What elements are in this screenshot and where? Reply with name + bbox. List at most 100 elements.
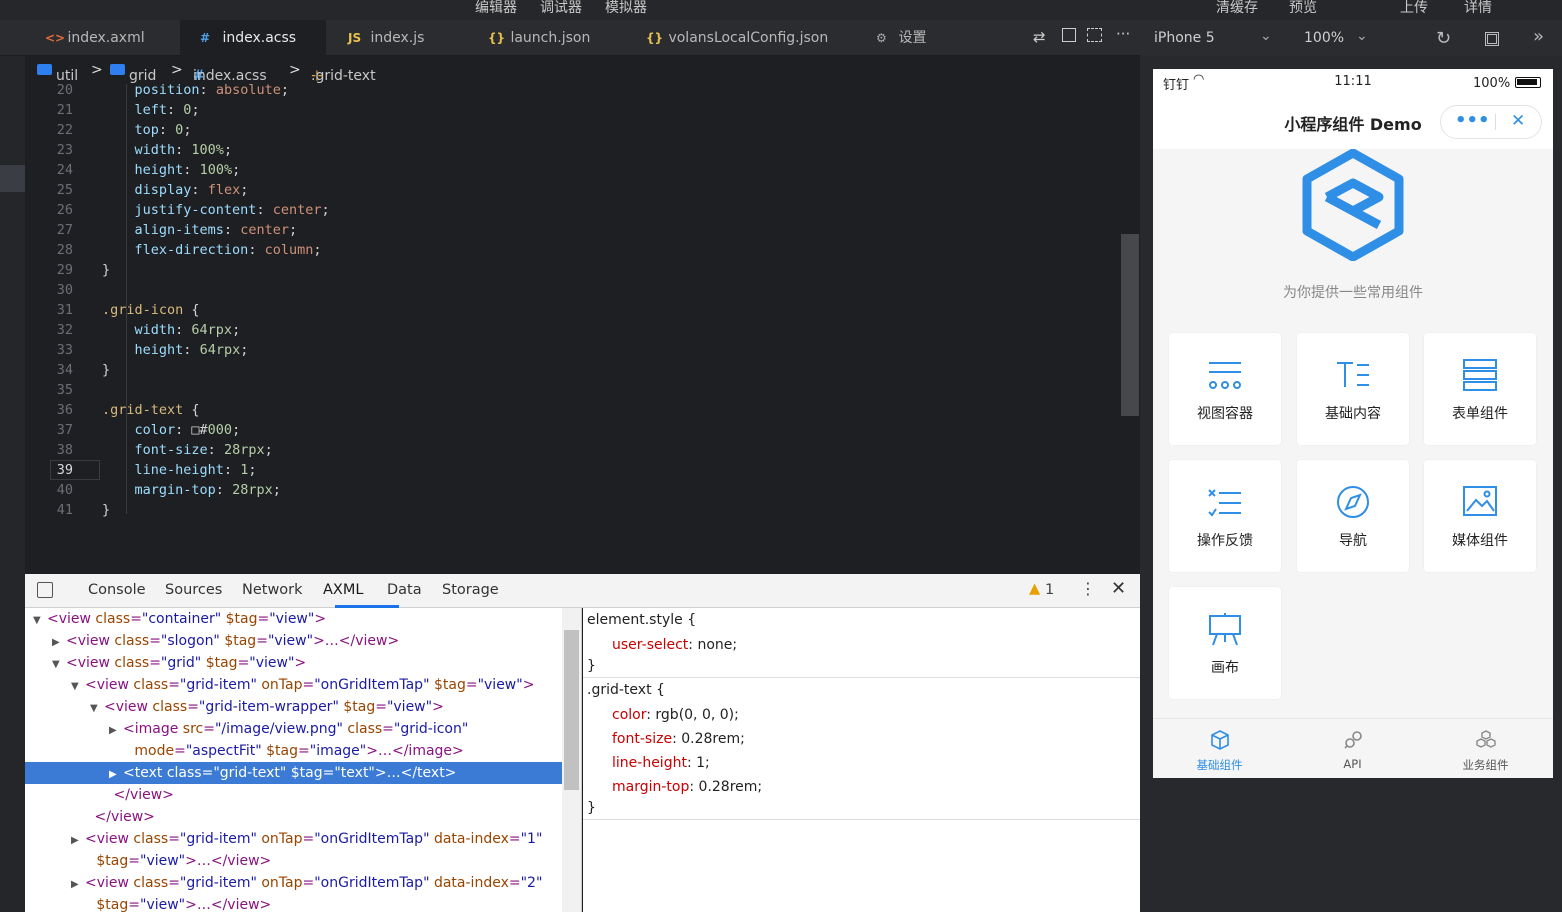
code-line[interactable]: 24 height: 100%;: [25, 160, 1125, 180]
zoom-select[interactable]: 100%: [1304, 30, 1344, 46]
style-prop-row[interactable]: font-size: 0.28rem;: [612, 731, 745, 747]
expand-toggle-icon[interactable]: ▶: [109, 764, 123, 786]
grid-layout-icon[interactable]: [1485, 32, 1499, 46]
warning-icon[interactable]: ▲: [1029, 581, 1040, 597]
more-icon[interactable]: •••: [1455, 110, 1490, 131]
expand-toggle-icon[interactable]: ▶: [71, 830, 85, 852]
menu-clear-cache[interactable]: 清缓存: [1216, 0, 1258, 17]
code-line[interactable]: 27 align-items: center;: [25, 220, 1125, 240]
tabbar-item-basic[interactable]: 基础组件: [1153, 719, 1286, 778]
code-editor[interactable]: 20 position: absolute; 21 left: 0; 22 top:…: [25, 84, 1140, 574]
inspect-element-icon[interactable]: [37, 582, 53, 598]
preview-frame-icon[interactable]: [1087, 28, 1102, 42]
menu-preview[interactable]: 预览: [1289, 0, 1317, 17]
expand-toggle-icon[interactable]: ▼: [33, 610, 47, 632]
tab-index-acss[interactable]: # index.acss: [180, 20, 326, 56]
code-line[interactable]: 38 font-size: 28rpx;: [25, 440, 1125, 460]
code-line[interactable]: 32 width: 64rpx;: [25, 320, 1125, 340]
devtools-tab-axml[interactable]: AXML: [323, 582, 363, 598]
dom-node[interactable]: ▼ <view class="grid" $tag="view">: [52, 652, 306, 674]
dom-node[interactable]: </view>: [100, 784, 174, 806]
expand-toggle-icon[interactable]: ▶: [52, 632, 66, 654]
menu-simulator[interactable]: 模拟器: [605, 0, 647, 17]
chevron-down-icon[interactable]: ⌄: [1260, 28, 1272, 44]
chevron-down-icon[interactable]: ⌄: [1356, 28, 1368, 44]
device-select[interactable]: iPhone 5: [1154, 30, 1215, 46]
dom-node[interactable]: ▶ <view class="grid-item" onTap="onGridIt…: [71, 872, 542, 894]
grid-item-canvas[interactable]: 画布: [1169, 587, 1281, 699]
expand-toggle-icon[interactable]: ▶: [71, 874, 85, 896]
tab-settings[interactable]: ⚙ 设置: [876, 20, 956, 56]
dom-scrollbar-thumb[interactable]: [564, 630, 579, 790]
close-icon[interactable]: ✕: [1111, 578, 1126, 599]
style-prop-row[interactable]: color: rgb(0, 0, 0);: [612, 707, 739, 723]
dom-node[interactable]: ▼ <view class="container" $tag="view">: [33, 608, 326, 630]
menu-upload[interactable]: 上传: [1400, 0, 1428, 17]
devtools-tab-storage[interactable]: Storage: [442, 582, 499, 598]
menu-debugger[interactable]: 调试器: [540, 0, 582, 17]
code-line[interactable]: 28 flex-direction: column;: [25, 240, 1125, 260]
devtools-tab-data[interactable]: Data: [387, 582, 422, 598]
code-line[interactable]: 22 top: 0;: [25, 120, 1125, 140]
expand-toggle-icon[interactable]: ▼: [71, 676, 85, 698]
dom-node[interactable]: mode="aspectFit" $tag="image">…</image>: [120, 740, 463, 762]
expand-toggle-icon[interactable]: ▼: [90, 698, 104, 720]
kebab-menu-icon[interactable]: ⋮: [1080, 579, 1096, 598]
code-line[interactable]: 25 display: flex;: [25, 180, 1125, 200]
breadcrumb-grid[interactable]: grid: [110, 62, 156, 84]
code-line[interactable]: 20 position: absolute;: [25, 84, 1125, 100]
tabbar-item-business[interactable]: 业务组件: [1419, 719, 1552, 778]
dom-node[interactable]: ▼ <view class="grid-item-wrapper" $tag="v…: [90, 696, 444, 718]
code-line[interactable]: 41}: [25, 500, 1125, 520]
devtools-tab-network[interactable]: Network: [242, 582, 303, 598]
code-line[interactable]: 36 .grid-text {: [25, 400, 1125, 420]
code-line[interactable]: 21 left: 0;: [25, 100, 1125, 120]
tab-index-axml[interactable]: <> index.axml: [45, 20, 175, 56]
more-icon[interactable]: ···: [1116, 25, 1130, 43]
dom-node[interactable]: $tag="view">…</view>: [82, 850, 271, 872]
tab-volans-config[interactable]: {} volansLocalConfig.json: [646, 20, 846, 56]
grid-item-view-container[interactable]: 视图容器: [1169, 333, 1281, 445]
compare-icon[interactable]: ⇄: [1033, 28, 1046, 46]
dom-node[interactable]: </view>: [81, 806, 155, 828]
tab-index-js[interactable]: JS index.js: [348, 20, 468, 56]
collapse-panel-icon[interactable]: »: [1533, 26, 1544, 47]
dom-node[interactable]: ▼ <view class="grid-item" onTap="onGridIt…: [71, 674, 534, 696]
menu-details[interactable]: 详情: [1464, 0, 1492, 17]
code-line[interactable]: 40 margin-top: 28rpx;: [25, 480, 1125, 500]
editor-scrollbar[interactable]: [1121, 234, 1139, 416]
dom-node-selected[interactable]: ▶ <text class="grid-text" $tag="text">…</…: [25, 762, 562, 784]
dom-node[interactable]: ▶ <view class="grid-item" onTap="onGridIt…: [71, 828, 542, 850]
grid-item-feedback[interactable]: 操作反馈: [1169, 460, 1281, 572]
code-line[interactable]: 37 color: □#000;: [25, 420, 1125, 440]
style-prop-row[interactable]: line-height: 1;: [612, 755, 710, 771]
refresh-icon[interactable]: ↻: [1436, 28, 1451, 49]
code-line[interactable]: 33 height: 64rpx;: [25, 340, 1125, 360]
code-line[interactable]: 39 line-height: 1;: [25, 460, 1125, 480]
devtools-tab-sources[interactable]: Sources: [165, 582, 222, 598]
code-line[interactable]: 26 justify-content: center;: [25, 200, 1125, 220]
expand-toggle-icon[interactable]: ▶: [109, 720, 123, 742]
grid-item-media[interactable]: 媒体组件: [1424, 460, 1536, 572]
code-line[interactable]: 31 .grid-icon {: [25, 300, 1125, 320]
dom-node[interactable]: $tag="view">…</view>: [82, 894, 271, 912]
grid-item-navigation[interactable]: 导航: [1297, 460, 1409, 572]
devtools-tab-console[interactable]: Console: [88, 582, 146, 598]
tab-launch-json[interactable]: {} launch.json: [488, 20, 618, 56]
code-line[interactable]: 34}: [25, 360, 1125, 380]
menu-editor[interactable]: 编辑器: [475, 0, 517, 17]
code-line[interactable]: 23 width: 100%;: [25, 140, 1125, 160]
expand-toggle-icon[interactable]: ▼: [52, 654, 66, 676]
dom-node[interactable]: ▶ <image src="/image/view.png" class="gri…: [109, 718, 468, 740]
grid-item-form[interactable]: 表单组件: [1424, 333, 1536, 445]
grid-item-basic-content[interactable]: 基础内容: [1297, 333, 1409, 445]
tabbar-item-api[interactable]: API: [1286, 719, 1419, 778]
code-line[interactable]: 35: [25, 380, 1125, 400]
style-prop-row[interactable]: margin-top: 0.28rem;: [612, 779, 762, 795]
style-prop-row[interactable]: user-select: none;: [612, 637, 737, 653]
code-line[interactable]: 29}: [25, 260, 1125, 280]
code-line[interactable]: 30: [25, 280, 1125, 300]
close-icon[interactable]: ✕: [1511, 111, 1525, 131]
dom-node[interactable]: ▶ <view class="slogon" $tag="view">…</vie…: [52, 630, 399, 652]
split-editor-icon[interactable]: [1062, 28, 1076, 42]
